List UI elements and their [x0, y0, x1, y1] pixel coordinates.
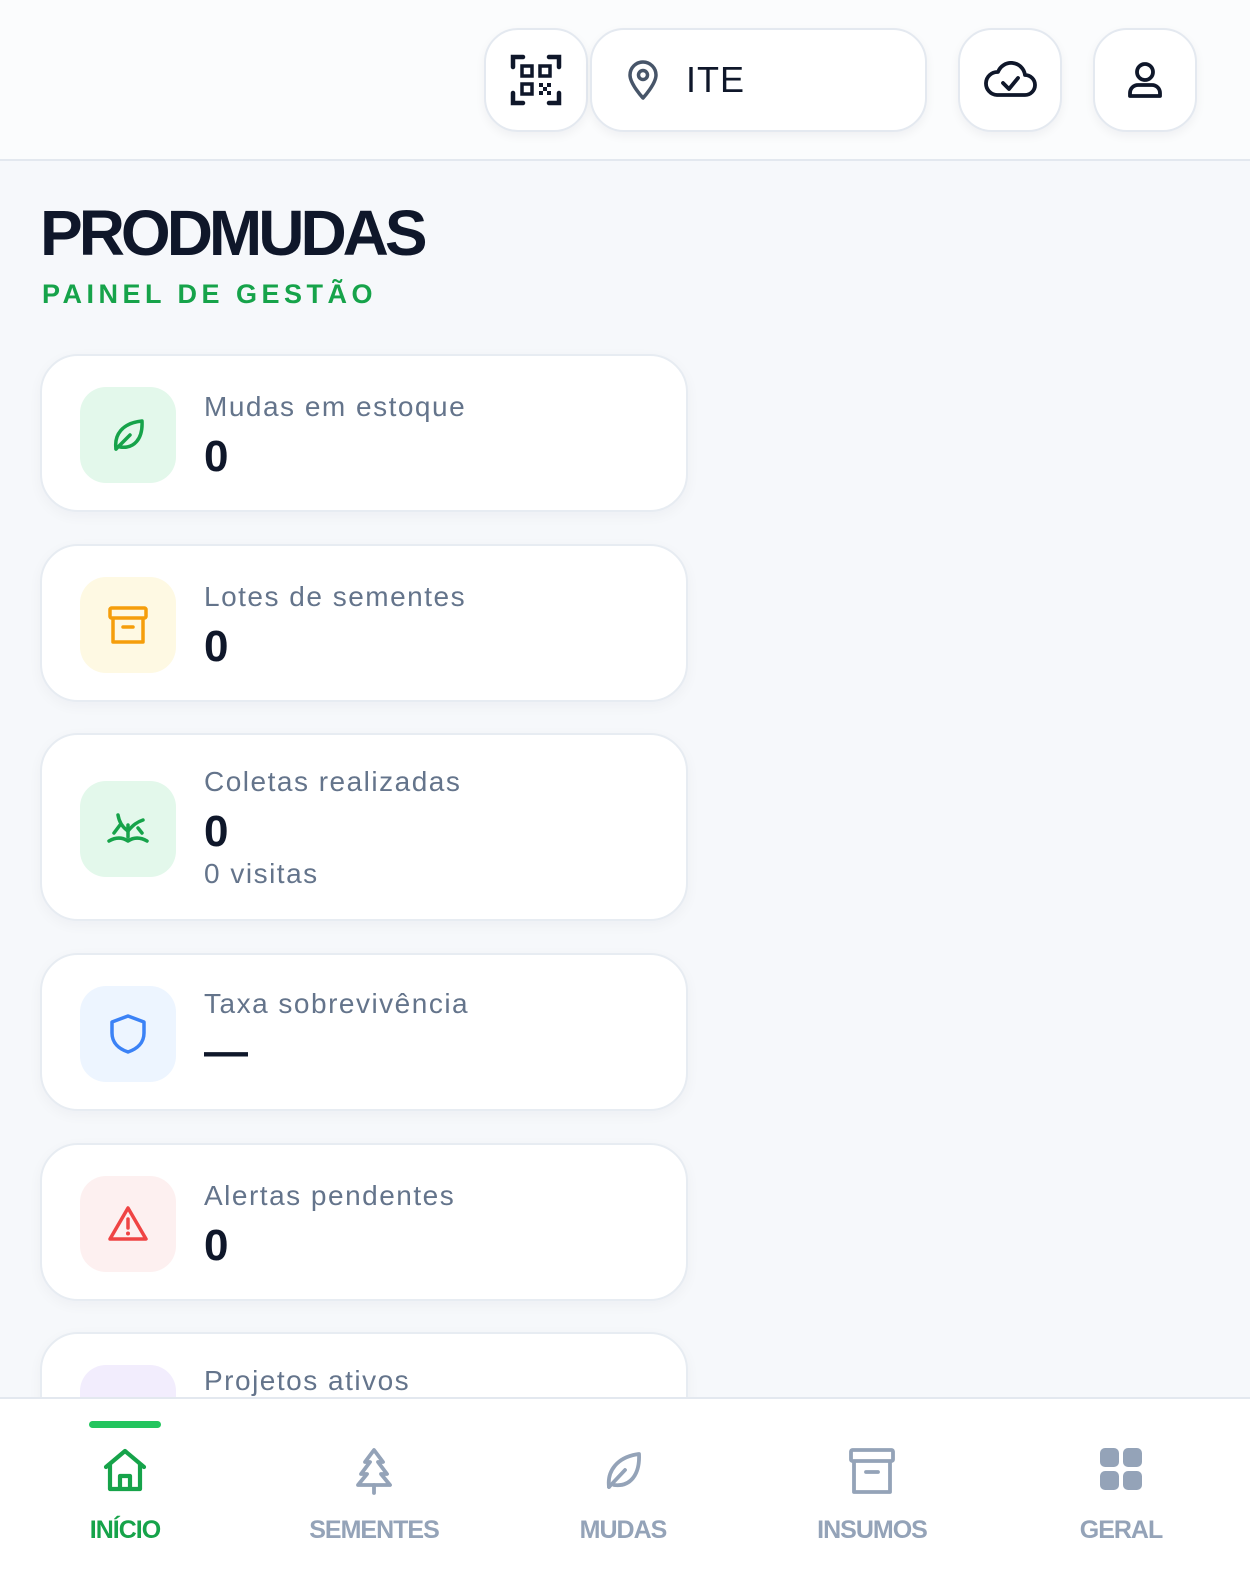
nav-label: INSUMOS	[817, 1516, 928, 1544]
leaf-icon	[606, 1452, 641, 1489]
top-header: ITE	[0, 0, 1250, 161]
stat-value: 0	[204, 807, 229, 856]
nav-label: INÍCIO	[89, 1516, 161, 1544]
stat-value: 0	[204, 1221, 229, 1270]
archive-box-icon	[849, 1448, 895, 1494]
user-icon	[1128, 62, 1162, 98]
profile-button[interactable]	[1093, 28, 1197, 132]
location-label: ITE	[686, 59, 746, 100]
stat-value: 0	[204, 432, 229, 481]
stat-card-sobrevivencia[interactable]: Taxa sobrevivência —	[40, 953, 688, 1111]
nav-item-inicio[interactable]: INÍCIO	[0, 1399, 250, 1573]
stat-label: Taxa sobrevivência	[204, 988, 470, 1019]
stat-label: Alertas pendentes	[204, 1180, 456, 1211]
bottom-navigation: INÍCIO SEMENTES MUDAS INSUMOS GERAL	[0, 1397, 1250, 1573]
stat-icon-tile	[80, 986, 176, 1082]
stat-label: Coletas realizadas	[204, 766, 462, 797]
stat-card-coletas[interactable]: Coletas realizadas 0 0 visitas	[40, 733, 688, 921]
stat-card-lotes[interactable]: Lotes de sementes 0	[40, 544, 688, 702]
qr-scan-button[interactable]	[484, 28, 588, 132]
stat-value: —	[204, 1027, 248, 1076]
sync-button[interactable]	[958, 28, 1062, 132]
stat-subvalue: 0 visitas	[204, 858, 319, 889]
grid-icon	[1100, 1448, 1142, 1490]
stat-icon-tile	[80, 387, 176, 483]
nav-label: MUDAS	[579, 1516, 668, 1544]
nav-label: GERAL	[1079, 1516, 1164, 1544]
stat-card-alertas[interactable]: Alertas pendentes 0	[40, 1143, 688, 1301]
app-subtitle: PAINEL DE GESTÃO	[42, 279, 378, 309]
sprout-icon	[107, 813, 149, 843]
stat-label: Projetos ativos	[204, 1365, 411, 1396]
archive-box-icon	[108, 606, 148, 644]
location-selector[interactable]: ITE	[590, 28, 927, 132]
nav-item-insumos[interactable]: INSUMOS	[747, 1399, 997, 1573]
home-icon	[103, 1448, 147, 1492]
stat-label: Mudas em estoque	[204, 391, 467, 422]
active-indicator	[89, 1421, 161, 1428]
qr-code-icon	[510, 54, 562, 106]
stat-card-mudas[interactable]: Mudas em estoque 0	[40, 354, 688, 512]
nav-label: SEMENTES	[309, 1516, 440, 1544]
shield-icon	[110, 1014, 146, 1054]
leaf-icon	[113, 419, 144, 451]
stat-icon-tile	[80, 1176, 176, 1272]
map-pin-icon	[628, 60, 658, 100]
nav-item-mudas[interactable]: MUDAS	[498, 1399, 748, 1573]
app-title: PRODMUDAS	[40, 197, 428, 269]
stat-label: Lotes de sementes	[204, 581, 467, 612]
cloud-check-icon	[984, 61, 1037, 97]
stat-icon-tile	[80, 577, 176, 673]
stat-icon-tile	[80, 781, 176, 877]
stat-value: 0	[204, 622, 229, 671]
tree-icon	[356, 1448, 392, 1495]
nav-item-sementes[interactable]: SEMENTES	[249, 1399, 499, 1573]
nav-item-geral[interactable]: GERAL	[996, 1399, 1246, 1573]
warning-triangle-icon	[108, 1206, 148, 1241]
